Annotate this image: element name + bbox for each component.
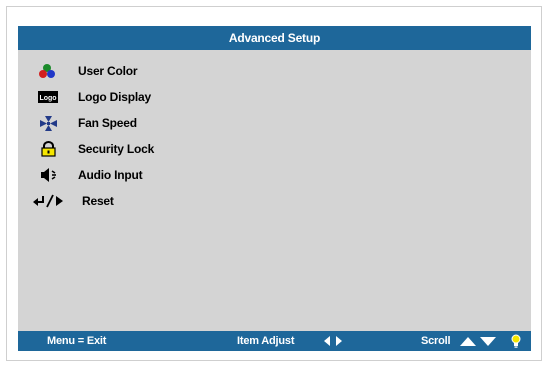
- reset-icon: [33, 194, 63, 208]
- title-bar: Advanced Setup: [18, 26, 531, 50]
- menu-item-label: Audio Input: [78, 168, 143, 182]
- menu-item-user-color[interactable]: User Color: [18, 61, 318, 81]
- footer-bar: Menu = Exit Item Adjust Scroll: [18, 331, 531, 351]
- speaker-icon: [41, 168, 56, 182]
- bulb-icon: [511, 334, 521, 348]
- logo-icon: Logo: [38, 91, 58, 103]
- page-title: Advanced Setup: [228, 31, 321, 45]
- menu-item-audio-input[interactable]: Audio Input: [18, 165, 318, 185]
- item-adjust-hint: Item Adjust: [237, 335, 295, 347]
- scroll-hint: Scroll: [421, 335, 451, 347]
- menu-item-logo-display[interactable]: Logo Logo Display: [18, 87, 318, 107]
- menu-item-fan-speed[interactable]: Fan Speed: [18, 113, 318, 133]
- up-down-arrows-icon: [460, 337, 496, 346]
- menu-item-label: Logo Display: [78, 90, 151, 104]
- lock-icon: [41, 141, 56, 157]
- menu-item-label: Security Lock: [78, 142, 155, 156]
- menu-item-label: Fan Speed: [78, 116, 137, 130]
- osd-menu-panel: Advanced Setup User Color Logo Logo Disp…: [18, 26, 531, 351]
- exit-hint: Menu = Exit: [47, 335, 107, 347]
- menu-item-label: Reset: [82, 194, 114, 208]
- left-right-arrows-icon: [324, 336, 342, 346]
- menu-item-security-lock[interactable]: Security Lock: [18, 139, 318, 159]
- svg-text:Logo: Logo: [39, 95, 56, 102]
- menu-item-reset[interactable]: Reset: [18, 191, 318, 211]
- menu-item-label: User Color: [78, 64, 138, 78]
- user-color-icon: [39, 64, 55, 78]
- fan-icon: [40, 116, 57, 131]
